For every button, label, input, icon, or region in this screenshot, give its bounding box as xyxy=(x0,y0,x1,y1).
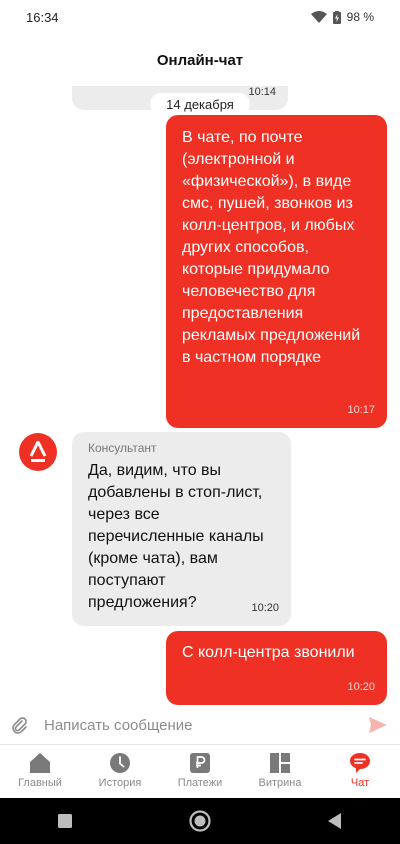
tab-label: Платежи xyxy=(177,777,223,789)
status-time: 16:34 xyxy=(26,9,59,25)
battery-level: 98 % xyxy=(346,10,374,24)
tab-history[interactable]: История xyxy=(80,745,160,798)
tab-label: Чат xyxy=(350,777,370,789)
battery-icon xyxy=(332,10,341,24)
bottom-tab-bar: Главный История Платежи Витрина Чат xyxy=(0,744,400,798)
home-button-icon[interactable] xyxy=(189,810,211,832)
message-bubble-incoming: Консультант Да, видим, что вы добавлены … xyxy=(72,432,291,626)
tab-home[interactable]: Главный xyxy=(0,745,80,798)
clock-icon xyxy=(110,753,130,773)
chat-icon xyxy=(350,753,370,773)
message-bubble-outgoing: С колл-центра звонили 10:20 xyxy=(166,631,387,705)
message-text: Да, видим, что вы добавлены в стоп-лист,… xyxy=(88,462,264,611)
showcase-icon xyxy=(270,753,290,773)
tab-showcase[interactable]: Витрина xyxy=(240,745,320,798)
date-separator: 14 декабря xyxy=(150,93,250,115)
ruble-icon xyxy=(190,753,210,773)
message-text: С колл-центра звонили xyxy=(182,644,355,661)
status-icons: 98 % xyxy=(310,10,374,24)
attach-icon[interactable] xyxy=(10,716,28,734)
message-input[interactable] xyxy=(42,715,346,735)
recents-icon[interactable] xyxy=(58,814,73,828)
date-separator-label: 14 декабря xyxy=(166,96,234,112)
tab-chat[interactable]: Чат xyxy=(320,745,400,798)
send-icon[interactable] xyxy=(368,716,388,734)
message-composer xyxy=(0,706,400,744)
message-sender: Консультант xyxy=(88,441,157,455)
status-bar: 16:34 98 % xyxy=(0,0,400,34)
home-icon xyxy=(30,753,50,773)
page-title: Онлайн-чат xyxy=(156,51,244,69)
message-time: 10:20 xyxy=(347,681,375,693)
message-time: 10:17 xyxy=(347,404,375,416)
system-nav-bar xyxy=(0,798,400,844)
chat-header: Онлайн-чат xyxy=(0,34,400,86)
tab-label: Витрина xyxy=(258,777,302,789)
message-text: В чате, по почте (электронной и «физичес… xyxy=(182,129,361,366)
chat-messages[interactable]: 10:14 14 декабря В чате, по почте (элект… xyxy=(0,86,400,706)
back-icon[interactable] xyxy=(327,813,342,829)
wifi-icon xyxy=(310,11,327,23)
message-time: 10:14 xyxy=(248,86,276,98)
tab-payments[interactable]: Платежи xyxy=(160,745,240,798)
alfa-logo-icon xyxy=(29,441,47,462)
message-bubble-outgoing: В чате, по почте (электронной и «физичес… xyxy=(166,115,387,428)
tab-label: История xyxy=(98,777,142,789)
tab-label: Главный xyxy=(18,777,62,789)
message-time: 10:20 xyxy=(251,602,279,614)
consultant-avatar xyxy=(19,433,57,471)
